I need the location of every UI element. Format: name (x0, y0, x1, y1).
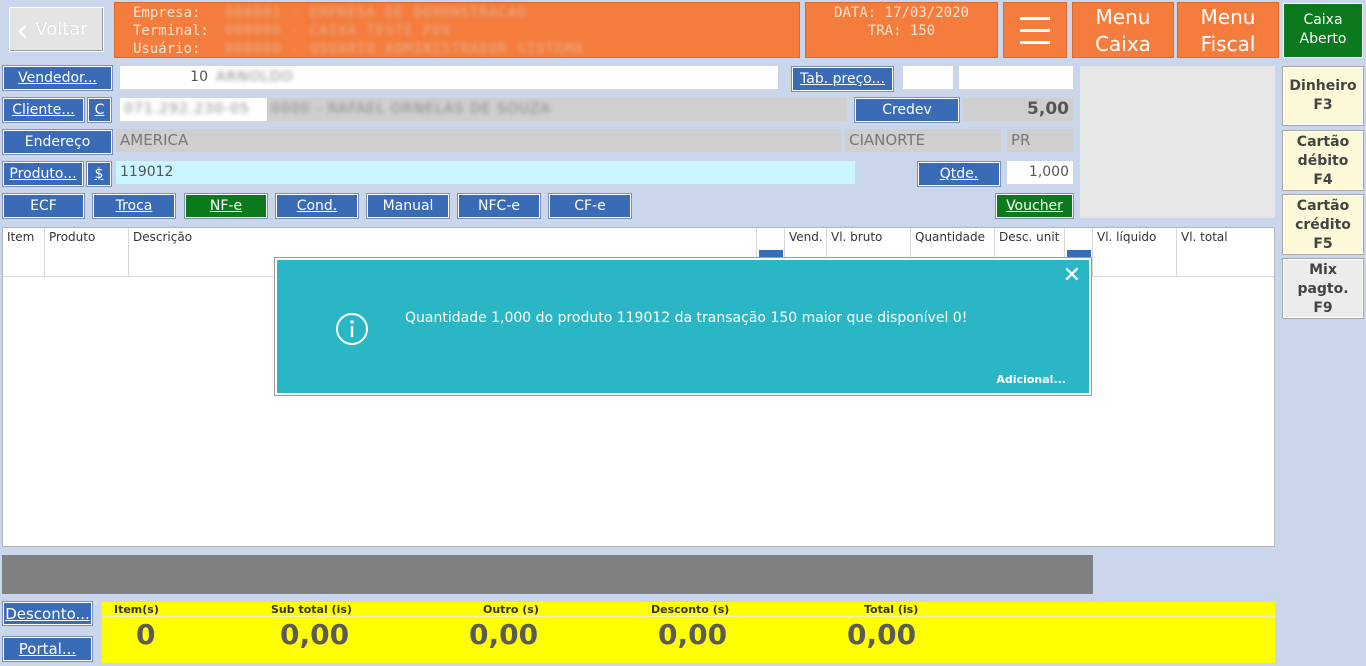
manual-button[interactable]: Manual (366, 193, 450, 219)
endereco-field: AMERICA (116, 129, 841, 152)
dinheiro-button[interactable]: Dinheiro F3 (1282, 66, 1364, 126)
total-label: Total (is) (864, 603, 919, 616)
date-transaction-panel: DATA: 17/03/2020 TRA: 150 (805, 2, 998, 58)
subtotal-label: Sub total (is) (271, 603, 352, 616)
produto-input[interactable]: 119012 (116, 161, 855, 184)
nfe-button[interactable]: NF-e (184, 193, 268, 219)
desconto-button[interactable]: Desconto... (2, 601, 93, 626)
data-value: 17/03/2020 (884, 5, 969, 21)
portal-button[interactable]: Portal... (2, 636, 93, 662)
mix-pagto-button[interactable]: Mix pagto. F9 (1282, 258, 1364, 319)
desconto-total-value: 0,00 (658, 618, 728, 651)
session-info-panel: Empresa: 000001 - EMPRESA DE DEMONSTRACAO… (114, 2, 800, 58)
cond-button[interactable]: Cond. (275, 193, 359, 219)
tab-preco-code-field[interactable] (903, 66, 953, 89)
empresa-value: 000001 - EMPRESA DE DEMONSTRACAO (225, 5, 527, 21)
cidade-field: CIANORTE (845, 129, 1001, 152)
cfe-button[interactable]: CF-e (548, 193, 632, 219)
vendedor-code-field[interactable]: 10 (120, 66, 212, 89)
terminal-value: 000000 - CAIXA TESTE PDV (225, 23, 452, 39)
data-label: DATA: (834, 5, 877, 21)
nfce-button[interactable]: NFC-e (457, 193, 541, 219)
menu-fiscal-button[interactable]: Menu Fiscal (1177, 2, 1279, 58)
produto-button[interactable]: Produto... (2, 161, 84, 187)
cartao-credito-button[interactable]: Cartão crédito F5 (1282, 194, 1364, 255)
dialog-message: Quantidade 1,000 do produto 119012 da tr… (405, 310, 968, 326)
adicional-link[interactable]: Adicional... (996, 373, 1066, 386)
tab-preco-button[interactable]: Tab. preço... (791, 66, 894, 92)
outro-value: 0,00 (469, 618, 539, 651)
usuario-value: 000000 - USUARIO ADMINISTRADOR SISTEMA (225, 41, 584, 57)
tra-value: 150 (909, 23, 936, 39)
stock-warning-dialog[interactable]: Quantidade 1,000 do produto 119012 da tr… (274, 257, 1092, 396)
vendedor-button[interactable]: Vendedor... (2, 65, 113, 91)
col-item[interactable]: Item (3, 228, 45, 276)
cartao-debito-button[interactable]: Cartão débito F4 (1282, 130, 1364, 191)
tab-preco-name-field (959, 66, 1073, 89)
credev-button[interactable]: Credev (854, 97, 960, 123)
subtotal-value: 0,00 (280, 618, 350, 651)
caixa-aberto-button[interactable]: Caixa Aberto (1283, 3, 1363, 58)
usuario-label: Usuário: (133, 41, 201, 57)
col-produto[interactable]: Produto (45, 228, 129, 276)
credev-value: 5,00 (963, 98, 1073, 121)
status-bar (2, 555, 1093, 594)
ecf-button[interactable]: ECF (2, 193, 85, 219)
back-button-label: Voltar (35, 19, 88, 40)
endereco-button[interactable]: Endereço (2, 129, 113, 155)
info-icon (336, 313, 368, 345)
tra-label: TRA: (867, 23, 902, 39)
cliente-doc-field[interactable]: 071.292.230-05 (120, 98, 267, 121)
qtde-input[interactable]: 1,000 (1007, 161, 1073, 184)
cliente-name-field: 0000 - RAFAEL ORNELAS DE SOUZA (267, 98, 847, 121)
col-vl-liquido[interactable]: Vl. líquido (1093, 228, 1177, 276)
back-button[interactable]: ‹ Voltar (9, 7, 104, 52)
outro-label: Outro (s) (483, 603, 539, 616)
troca-button[interactable]: Troca (92, 193, 176, 219)
items-value: 0 (136, 618, 156, 651)
uf-field: PR (1007, 129, 1073, 152)
voucher-button[interactable]: Voucher (995, 193, 1074, 219)
empresa-label: Empresa: (133, 5, 201, 21)
terminal-label: Terminal: (133, 23, 209, 39)
cliente-button[interactable]: Cliente... (2, 97, 85, 123)
totals-panel: Item(s) 0 Sub total (is) 0,00 Outro (s) … (102, 602, 1275, 663)
hamburger-icon (1020, 16, 1050, 20)
cliente-c-button[interactable]: C (87, 97, 112, 123)
total-value: 0,00 (847, 618, 917, 651)
col-vl-total[interactable]: Vl. total (1177, 228, 1274, 276)
hamburger-menu-button[interactable] (1003, 2, 1067, 58)
chevron-left-icon: ‹ (16, 11, 29, 49)
desconto-total-label: Desconto (s) (651, 603, 730, 616)
qtde-button[interactable]: Qtde. (917, 161, 1001, 187)
produto-price-button[interactable]: $ (86, 161, 112, 187)
menu-caixa-button[interactable]: Menu Caixa (1072, 2, 1174, 58)
close-icon[interactable]: ✕ (1063, 263, 1081, 288)
info-panel (1080, 66, 1275, 218)
items-label: Item(s) (114, 603, 159, 616)
vendedor-name-field: ARNOLDO (212, 66, 778, 89)
